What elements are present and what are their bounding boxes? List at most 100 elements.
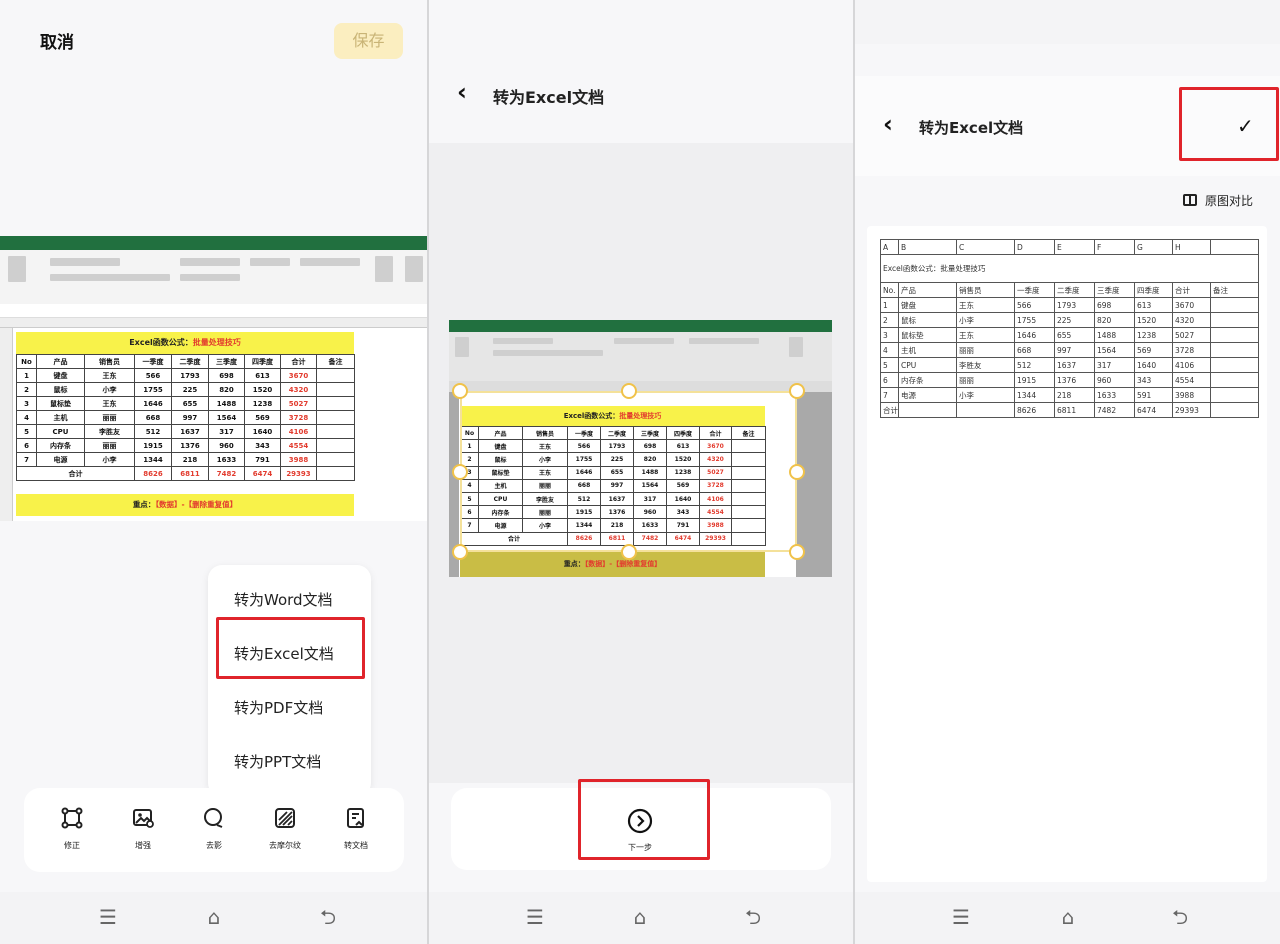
table-cell: 1633 bbox=[1094, 387, 1135, 403]
table-cell: 内存条 bbox=[36, 438, 85, 453]
menu-item-word[interactable]: 转为Word文档 bbox=[234, 589, 333, 610]
crop-frame[interactable] bbox=[460, 391, 797, 552]
back-icon[interactable]: ⮌ bbox=[316, 906, 340, 928]
crop-handle[interactable] bbox=[452, 383, 468, 399]
table-cell: 3670 bbox=[280, 368, 317, 383]
menu-item-ppt[interactable]: 转为PPT文档 bbox=[234, 751, 321, 772]
table-cell: 591 bbox=[1134, 387, 1173, 403]
table-cell: 电源 bbox=[898, 387, 957, 403]
table-cell bbox=[316, 396, 355, 411]
sheet-footer-row: 重点：【数据】-【删除重复值】 bbox=[16, 494, 354, 516]
table-cell bbox=[1210, 372, 1259, 388]
table-row: 6 内存条 丽丽 1915 1376 960 343 4554 bbox=[16, 438, 355, 453]
document-image: Excel函数公式：批量处理技巧 No 产品 销售员 一季度 二季度 三季度 四季度 合计 备注… bbox=[0, 236, 427, 521]
table-cell: 218 bbox=[1054, 387, 1095, 403]
back-icon[interactable]: ⮌ bbox=[741, 906, 765, 928]
moire-remove-icon bbox=[275, 808, 295, 828]
tool-convert[interactable]: 转文档 bbox=[336, 806, 376, 851]
crop-handle[interactable] bbox=[452, 544, 468, 560]
table-cell: 产品 bbox=[36, 354, 85, 369]
table-cell: 655 bbox=[171, 396, 209, 411]
table-cell: 合计 bbox=[280, 354, 317, 369]
crop-handle[interactable] bbox=[789, 383, 805, 399]
table-cell: 7482 bbox=[1094, 402, 1135, 418]
table-cell: 四季度 bbox=[1134, 282, 1173, 298]
crop-handle[interactable] bbox=[452, 464, 468, 480]
table-cell: 1520 bbox=[1134, 312, 1173, 328]
table-cell: 备注 bbox=[1210, 282, 1259, 298]
tool-crop-label: 修正 bbox=[64, 841, 80, 850]
crop-handle[interactable] bbox=[789, 544, 805, 560]
table-cell: 键盘 bbox=[36, 368, 85, 383]
table-cell: 4106 bbox=[280, 424, 317, 439]
table-cell: 1646 bbox=[134, 396, 172, 411]
table-cell: Excel函数公式：批量处理技巧 bbox=[880, 254, 1259, 283]
back-arrow-icon[interactable]: ‹ bbox=[883, 112, 893, 136]
table-cell: 791 bbox=[244, 452, 281, 467]
table-cell: 960 bbox=[1094, 372, 1135, 388]
table-cell: 566 bbox=[1014, 297, 1055, 313]
table-cell: 丽丽 bbox=[84, 410, 135, 425]
table-cell bbox=[316, 410, 355, 425]
menu-icon[interactable]: ☰ bbox=[96, 906, 120, 928]
tool-enhance[interactable]: 增强 bbox=[123, 806, 163, 851]
table-cell: 二季度 bbox=[171, 354, 209, 369]
menu-item-pdf[interactable]: 转为PDF文档 bbox=[234, 697, 323, 718]
table-cell: 键盘 bbox=[898, 297, 957, 313]
back-arrow-icon[interactable]: ‹ bbox=[457, 80, 467, 104]
table-cell: 1637 bbox=[171, 424, 209, 439]
table-cell: 1633 bbox=[208, 452, 245, 467]
page-title: 转为Excel文档 bbox=[919, 119, 1024, 137]
tool-crop[interactable]: 修正 bbox=[52, 806, 92, 851]
highlight-next-button bbox=[578, 779, 710, 860]
home-icon[interactable]: ⌂ bbox=[628, 906, 652, 928]
table-cell: 3670 bbox=[1172, 297, 1211, 313]
table-cell: 2 bbox=[16, 382, 37, 397]
table-cell: A bbox=[880, 239, 899, 255]
menu-icon[interactable]: ☰ bbox=[523, 906, 547, 928]
home-icon[interactable]: ⌂ bbox=[1056, 906, 1080, 928]
table-cell: 1915 bbox=[1014, 372, 1055, 388]
table-cell: 李胜友 bbox=[84, 424, 135, 439]
table-cell: 343 bbox=[244, 438, 281, 453]
table-cell: 317 bbox=[208, 424, 245, 439]
table-cell bbox=[898, 402, 957, 418]
table-cell: 668 bbox=[1014, 342, 1055, 358]
table-cell: 销售员 bbox=[84, 354, 135, 369]
cancel-button[interactable]: 取消 bbox=[40, 28, 74, 53]
home-icon[interactable]: ⌂ bbox=[202, 906, 226, 928]
table-cell: 1915 bbox=[134, 438, 172, 453]
table-cell: 主机 bbox=[36, 410, 85, 425]
back-icon[interactable]: ⮌ bbox=[1168, 906, 1192, 928]
crop-handle[interactable] bbox=[621, 544, 637, 560]
tool-shadow[interactable]: 去影 bbox=[194, 806, 234, 851]
table-cell: 小李 bbox=[956, 387, 1015, 403]
table-cell bbox=[1210, 402, 1259, 418]
table-header-row: No 产品 销售员 一季度 二季度 三季度 四季度 合计 备注 bbox=[16, 354, 355, 369]
table-cell: 鼠标 bbox=[898, 312, 957, 328]
table-cell: 29393 bbox=[1172, 402, 1211, 418]
menu-icon[interactable]: ☰ bbox=[949, 906, 973, 928]
table-cell: H bbox=[1172, 239, 1211, 255]
table-cell: D bbox=[1014, 239, 1055, 255]
compare-original-button[interactable]: 原图对比 bbox=[1183, 192, 1253, 209]
table-cell bbox=[1210, 312, 1259, 328]
table-cell bbox=[316, 382, 355, 397]
table-cell: 1755 bbox=[134, 382, 172, 397]
tool-convert-label: 转文档 bbox=[344, 841, 368, 850]
table-cell: G bbox=[1134, 239, 1173, 255]
table-cell: 丽丽 bbox=[956, 372, 1015, 388]
page-title: 转为Excel文档 bbox=[493, 88, 605, 107]
tool-moire[interactable]: 去摩尔纹 bbox=[265, 806, 305, 851]
table-row: 3 鼠标垫 王东 1646 655 1488 1238 5027 bbox=[16, 396, 355, 411]
table-cell: 4 bbox=[880, 342, 899, 358]
save-button[interactable]: 保存 bbox=[334, 23, 403, 59]
convert-menu: 转为Word文档 转为Excel文档 转为PDF文档 转为PPT文档 bbox=[208, 565, 371, 797]
crop-handle[interactable] bbox=[621, 383, 637, 399]
crop-handle[interactable] bbox=[789, 464, 805, 480]
table-cell: 997 bbox=[1054, 342, 1095, 358]
table-cell bbox=[316, 466, 355, 481]
table-cell bbox=[316, 368, 355, 383]
table-cell: E bbox=[1054, 239, 1095, 255]
sheet-footer-label: 重点： bbox=[563, 560, 585, 568]
